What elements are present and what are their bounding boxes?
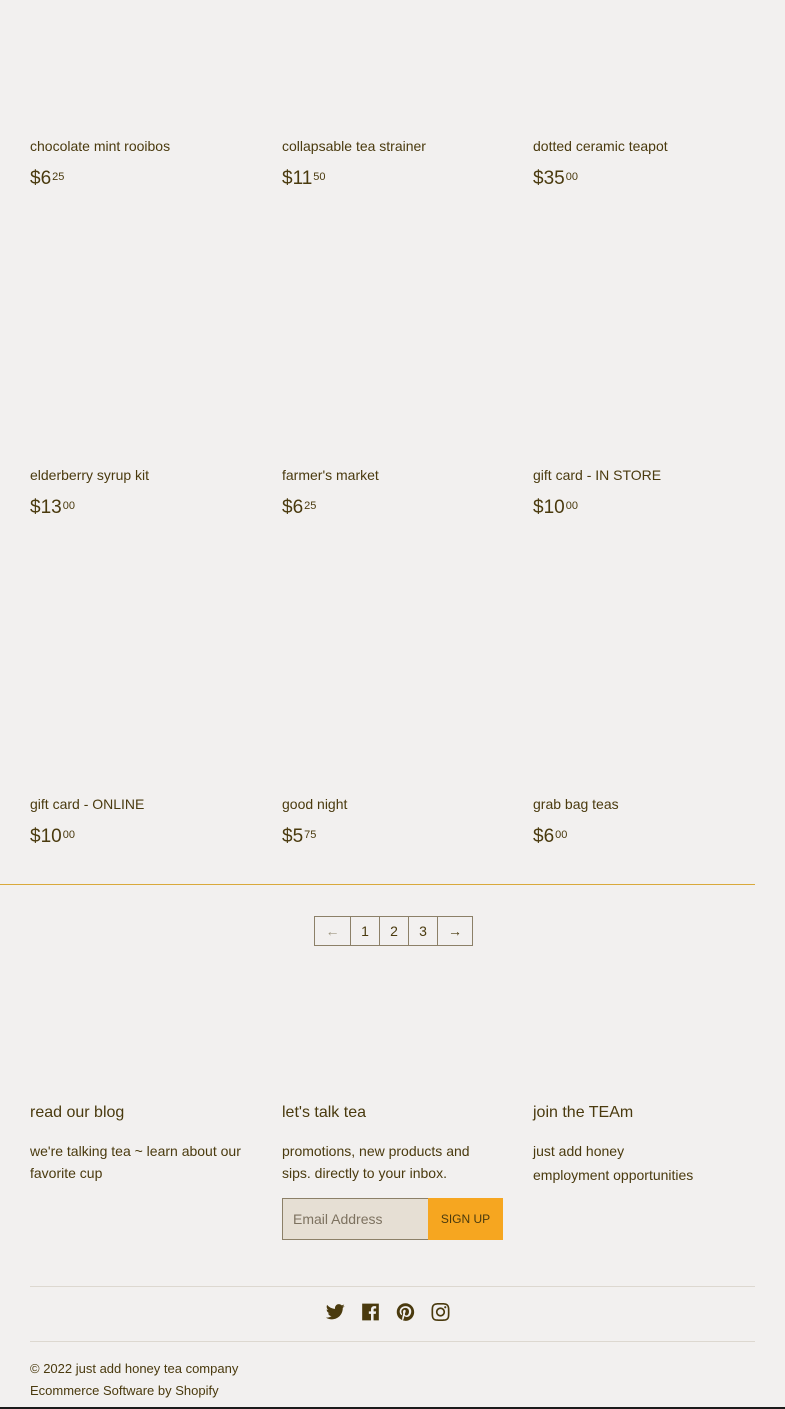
pagination-page-1[interactable]: 1: [350, 917, 379, 945]
price-cents: 00: [62, 829, 75, 841]
footer-newsletter-text: promotions, new products and sips. direc…: [282, 1143, 470, 1181]
footer-blog-heading: read our blog: [30, 1104, 125, 1121]
footer-team-heading: join the TEAm: [533, 1104, 634, 1121]
footer-divider-bottom: [30, 1341, 755, 1342]
price-cents: 75: [304, 829, 317, 841]
pagination-prev-button[interactable]: ←: [315, 917, 350, 945]
twitter-icon[interactable]: [325, 1302, 346, 1322]
product-price: $1150: [282, 167, 326, 191]
instagram-icon[interactable]: [430, 1302, 451, 1322]
product-title[interactable]: collapsable tea strainer: [282, 137, 426, 155]
price-cents: 25: [304, 500, 317, 512]
sign-up-button[interactable]: SIGN UP: [428, 1198, 503, 1240]
price-cents: 00: [555, 829, 568, 841]
price-cents: 00: [565, 500, 578, 512]
product-title[interactable]: dotted ceramic teapot: [533, 137, 668, 155]
price-dollars: $13: [30, 497, 62, 518]
pagination: ← 1 2 3 →: [314, 916, 473, 946]
footer-team-links: just add honey employment opportunities: [533, 1140, 693, 1188]
footer-divider-top: [30, 1286, 755, 1287]
pagination-next-button[interactable]: →: [437, 917, 472, 945]
product-price: $600: [533, 825, 567, 849]
pinterest-icon[interactable]: [395, 1302, 416, 1322]
pagination-page-3[interactable]: 3: [408, 917, 437, 945]
facebook-icon[interactable]: [360, 1302, 381, 1322]
product-price: $625: [282, 496, 316, 520]
price-cents: 00: [565, 171, 578, 183]
newsletter-form: SIGN UP: [282, 1198, 503, 1240]
footer-team-column: join the TEAm just add honey employment …: [533, 1102, 758, 1183]
product-title[interactable]: gift card - IN STORE: [533, 466, 661, 484]
section-divider: [0, 884, 755, 885]
price-cents: 00: [62, 500, 75, 512]
product-price: $3500: [533, 167, 578, 191]
product-price: $1300: [30, 496, 75, 520]
product-price: $575: [282, 825, 316, 849]
price-dollars: $35: [533, 168, 565, 189]
copyright-block: © 2022 just add honey tea company Ecomme…: [30, 1358, 238, 1402]
product-price: $1000: [533, 496, 578, 520]
footer-newsletter-column: let's talk tea promotions, new products …: [282, 1102, 507, 1240]
footer-newsletter-heading: let's talk tea: [282, 1104, 366, 1121]
price-dollars: $5: [282, 826, 304, 847]
price-dollars: $6: [30, 168, 52, 189]
product-title[interactable]: good night: [282, 795, 347, 813]
email-field[interactable]: [282, 1198, 428, 1240]
footer-link-employment[interactable]: employment opportunities: [533, 1162, 693, 1188]
footer-blog-text: we're talking tea ~ learn about our favo…: [30, 1143, 241, 1181]
price-dollars: $6: [533, 826, 555, 847]
product-title[interactable]: chocolate mint rooibos: [30, 137, 170, 155]
price-cents: 25: [52, 171, 65, 183]
price-cents: 50: [313, 171, 326, 183]
product-price: $625: [30, 167, 64, 191]
pagination-page-2[interactable]: 2: [379, 917, 408, 945]
price-dollars: $6: [282, 497, 304, 518]
copyright-text[interactable]: © 2022 just add honey tea company: [30, 1361, 238, 1376]
product-price: $1000: [30, 825, 75, 849]
price-dollars: $10: [30, 826, 62, 847]
price-dollars: $11: [282, 168, 313, 189]
footer-blog-column: read our blog we're talking tea ~ learn …: [30, 1102, 255, 1181]
social-links: [325, 1302, 451, 1322]
product-title[interactable]: grab bag teas: [533, 795, 619, 813]
powered-by-link[interactable]: Ecommerce Software by Shopify: [30, 1383, 219, 1398]
footer-link-just-add-honey[interactable]: just add honey: [533, 1138, 693, 1164]
product-title[interactable]: gift card - ONLINE: [30, 795, 144, 813]
product-title[interactable]: farmer's market: [282, 466, 379, 484]
price-dollars: $10: [533, 497, 565, 518]
product-title[interactable]: elderberry syrup kit: [30, 466, 149, 484]
